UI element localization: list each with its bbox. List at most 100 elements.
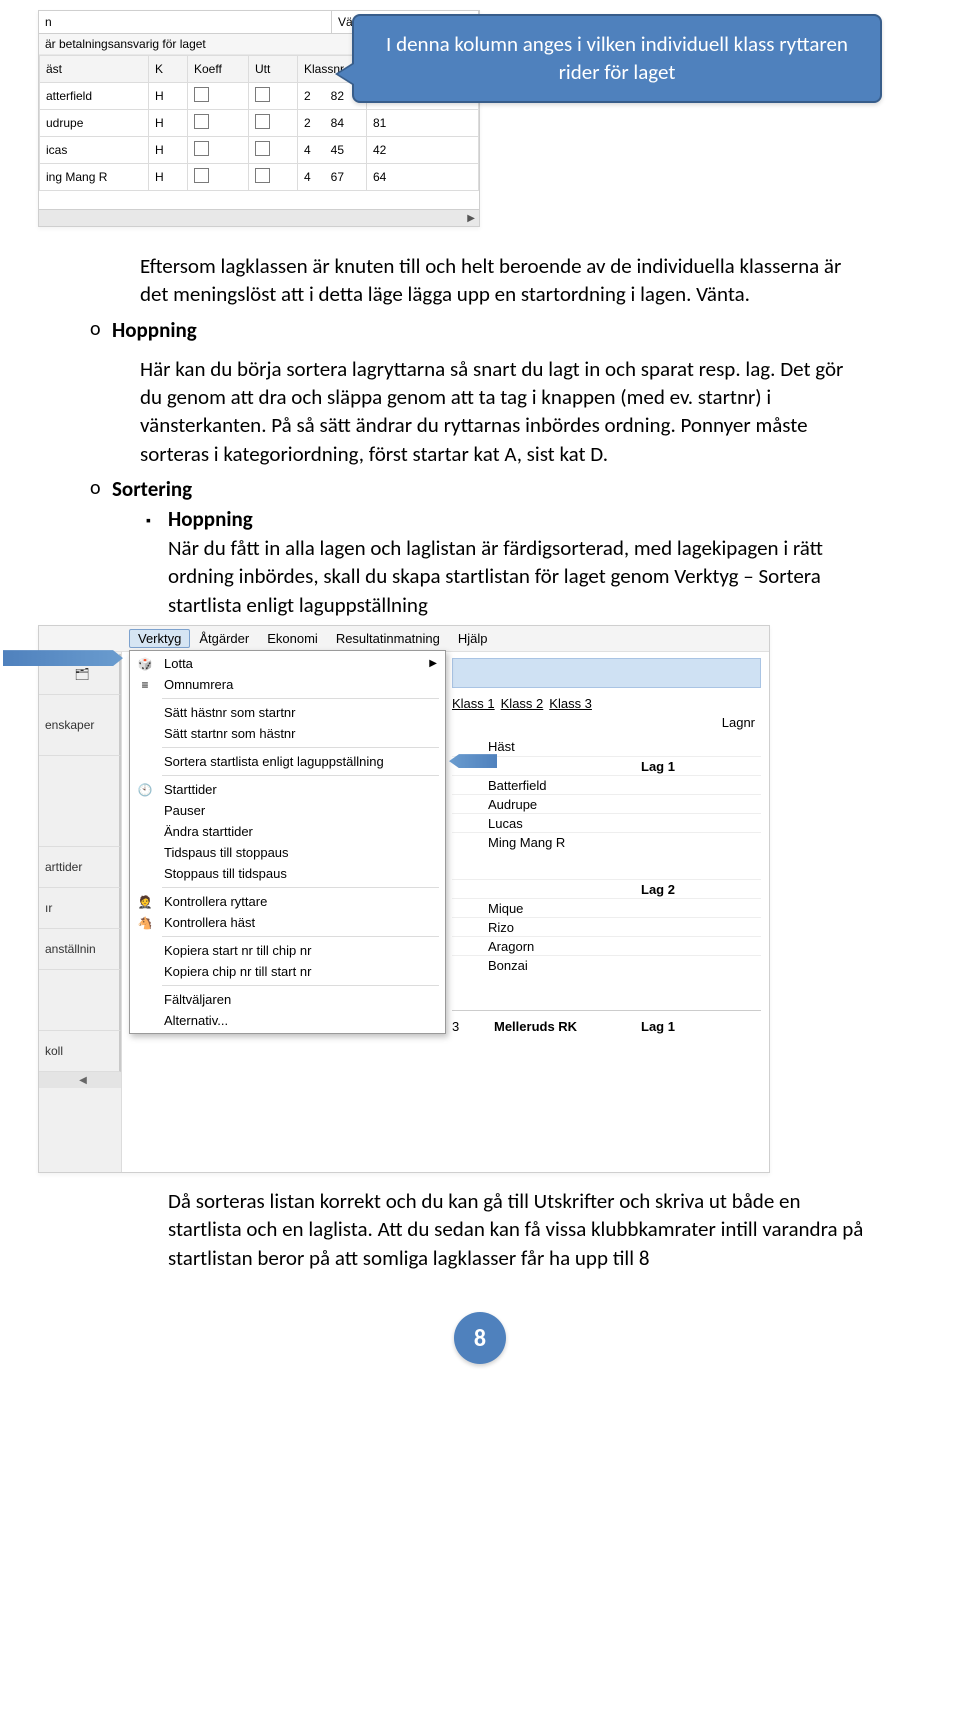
bottom-nr: 3 bbox=[452, 1019, 494, 1034]
bullet-icon: o bbox=[90, 476, 101, 500]
lag-header-row: Lag 2 bbox=[452, 879, 761, 898]
menu-item-label: Kopiera start nr till chip nr bbox=[164, 943, 311, 958]
menu-separator bbox=[162, 985, 439, 986]
cell-klassnr: 2 84 bbox=[298, 110, 367, 137]
cell-koeff bbox=[188, 164, 249, 191]
paragraph-startlista: När du fått in alla lagen och laglistan … bbox=[168, 534, 870, 619]
heading-sortering: Sortering bbox=[112, 476, 870, 502]
menu-item[interactable]: 🕙Starttider bbox=[130, 779, 445, 800]
checkbox[interactable] bbox=[194, 168, 209, 183]
cell-k: H bbox=[149, 137, 188, 164]
selected-row-header bbox=[452, 658, 761, 688]
menu-item[interactable]: Pauser bbox=[130, 800, 445, 821]
menu-item[interactable]: Sätt hästnr som startnr bbox=[130, 702, 445, 723]
table-row[interactable]: udrupeH2 8481 bbox=[40, 110, 479, 137]
checkbox[interactable] bbox=[194, 114, 209, 129]
checkbox[interactable] bbox=[255, 87, 270, 102]
sidebar-anstallnin[interactable]: anställnin bbox=[39, 929, 121, 970]
col-utt[interactable]: Utt bbox=[249, 56, 298, 83]
menu-item-label: Stoppaus till tidspaus bbox=[164, 866, 287, 881]
checkbox[interactable] bbox=[194, 87, 209, 102]
checkbox[interactable] bbox=[255, 114, 270, 129]
menu-item[interactable]: Sortera startlista enligt laguppställnin… bbox=[130, 751, 445, 772]
horse-icon: 🐴 bbox=[136, 914, 154, 932]
sidebar-scroll-left[interactable]: ◀ bbox=[39, 1072, 121, 1088]
checkbox[interactable] bbox=[194, 141, 209, 156]
menu-item-label: Alternativ... bbox=[164, 1013, 228, 1028]
bullet-icon: o bbox=[90, 317, 101, 341]
menu-item-label: Kopiera chip nr till start nr bbox=[164, 964, 311, 979]
menu-item[interactable]: Alternativ... bbox=[130, 1010, 445, 1031]
menu-item-label: Sätt hästnr som startnr bbox=[164, 705, 296, 720]
menu-separator bbox=[162, 698, 439, 699]
subheading-hoppning: Hoppning bbox=[168, 506, 870, 532]
horse-row[interactable]: Mique bbox=[452, 898, 761, 917]
col-k[interactable]: K bbox=[149, 56, 188, 83]
sidebar-starttider[interactable]: arttider bbox=[39, 847, 121, 888]
cell-hast: atterfield bbox=[40, 83, 149, 110]
menu-item[interactable]: Kopiera start nr till chip nr bbox=[130, 940, 445, 961]
menu-hjalp[interactable]: Hjälp bbox=[449, 629, 497, 648]
menu-item[interactable]: Ändra starttider bbox=[130, 821, 445, 842]
tab-klass3[interactable]: Klass 3 bbox=[549, 696, 592, 711]
menu-ekonomi[interactable]: Ekonomi bbox=[258, 629, 327, 648]
tab-klass2[interactable]: Klass 2 bbox=[501, 696, 544, 711]
menu-item[interactable]: ≡Omnumrera bbox=[130, 674, 445, 695]
horse-row[interactable]: Lucas bbox=[452, 813, 761, 832]
menu-atgarder[interactable]: Åtgärder bbox=[190, 629, 258, 648]
menu-item[interactable]: 🤵Kontrollera ryttare bbox=[130, 891, 445, 912]
menu-item[interactable]: Fältväljaren bbox=[130, 989, 445, 1010]
checkbox[interactable] bbox=[255, 141, 270, 156]
checkbox[interactable] bbox=[255, 168, 270, 183]
scroll-right-icon[interactable]: ▶ bbox=[467, 211, 475, 224]
paragraph-lagklass: Eftersom lagklassen är knuten till och h… bbox=[140, 252, 870, 309]
sidebar-koll[interactable]: koll bbox=[39, 1031, 121, 1072]
menu-item[interactable]: Tidspaus till stoppaus bbox=[130, 842, 445, 863]
sidebar-r[interactable]: ır bbox=[39, 888, 121, 929]
col-koeff[interactable]: Koeff bbox=[188, 56, 249, 83]
horse-name: Bonzai bbox=[488, 958, 641, 973]
cell-koeff bbox=[188, 83, 249, 110]
horizontal-scrollbar[interactable]: ▶ bbox=[39, 209, 479, 226]
horse-row[interactable]: Batterfield bbox=[452, 775, 761, 794]
horse-row[interactable]: Aragorn bbox=[452, 936, 761, 955]
cell-hast: udrupe bbox=[40, 110, 149, 137]
menu-item-label: Fältväljaren bbox=[164, 992, 231, 1007]
cell-k: H bbox=[149, 83, 188, 110]
col-hast[interactable]: äst bbox=[40, 56, 149, 83]
menu-item[interactable]: Sätt startnr som hästnr bbox=[130, 723, 445, 744]
cell-rnr: 42 bbox=[367, 137, 479, 164]
menu-verktyg[interactable]: Verktyg bbox=[129, 629, 190, 648]
menu-item-label: Sortera startlista enligt laguppställnin… bbox=[164, 754, 384, 769]
horse-row[interactable]: Bonzai bbox=[452, 955, 761, 974]
tab-klass1[interactable]: Klass 1 bbox=[452, 696, 495, 711]
table-row[interactable]: ing Mang RH4 6764 bbox=[40, 164, 479, 191]
horse-row[interactable]: Audrupe bbox=[452, 794, 761, 813]
menu-item[interactable]: 🎲Lotta▶ bbox=[130, 653, 445, 674]
menu-separator bbox=[162, 747, 439, 748]
cell-koeff bbox=[188, 137, 249, 164]
table-row[interactable]: icasH4 4542 bbox=[40, 137, 479, 164]
menu-item-label: Kontrollera ryttare bbox=[164, 894, 267, 909]
cell-koeff bbox=[188, 110, 249, 137]
bottom-row: 3 Melleruds RK Lag 1 bbox=[452, 1017, 761, 1035]
sidebar: 🗂 enskaper arttider ır anställnin koll ◀ bbox=[39, 652, 122, 1172]
menu-item[interactable]: Stoppaus till tidspaus bbox=[130, 863, 445, 884]
horse-row[interactable]: Ming Mang R bbox=[452, 832, 761, 851]
menu-item-label: Pauser bbox=[164, 803, 205, 818]
horse-name: Batterfield bbox=[488, 778, 641, 793]
sidebar-egenskaper[interactable]: enskaper bbox=[39, 695, 121, 756]
input-field-n[interactable]: n bbox=[39, 11, 332, 33]
clock-icon: 🕙 bbox=[136, 781, 154, 799]
square-bullet-icon: ▪ bbox=[146, 512, 151, 529]
horse-row[interactable]: Rizo bbox=[452, 917, 761, 936]
menu-item[interactable]: Kopiera chip nr till start nr bbox=[130, 961, 445, 982]
cell-hast: icas bbox=[40, 137, 149, 164]
bottom-club: Melleruds RK bbox=[494, 1019, 641, 1034]
lag-label: Lag 1 bbox=[641, 759, 761, 774]
menu-item[interactable]: 🐴Kontrollera häst bbox=[130, 912, 445, 933]
cell-rnr: 64 bbox=[367, 164, 479, 191]
menu-resultat[interactable]: Resultatinmatning bbox=[327, 629, 449, 648]
cell-rnr: 81 bbox=[367, 110, 479, 137]
cell-hast: ing Mang R bbox=[40, 164, 149, 191]
